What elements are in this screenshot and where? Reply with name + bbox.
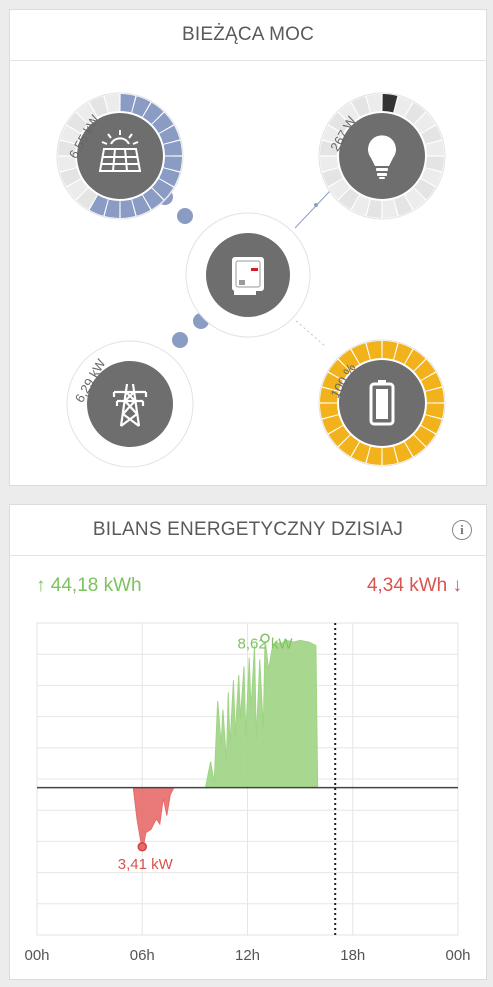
consumption-node[interactable]: 267 W <box>318 92 446 220</box>
low-label: 3,41 kW <box>118 856 174 873</box>
x-tick-label: 00h <box>24 947 49 964</box>
x-tick-label: 18h <box>340 947 365 964</box>
card-title: BIEŻĄCA MOC <box>10 10 486 61</box>
balance-title: BILANS ENERGETYCZNY DZISIAJ <box>92 519 404 540</box>
grid-node[interactable]: 6,29 kW <box>66 340 194 468</box>
x-axis-ticks: 00h 06h 12h 18h 00h <box>24 947 470 964</box>
current-power-card: BIEŻĄCA MOC 6,55 kW 267 W 6,29 kW 100 % <box>9 9 487 486</box>
energy-totals: ↑ 44,18 kWh 4,34 kWh ↓ <box>10 575 486 605</box>
inverter-icon <box>232 257 264 295</box>
x-tick-label: 06h <box>130 947 155 964</box>
inverter-node[interactable] <box>185 212 311 338</box>
x-tick-label: 12h <box>235 947 260 964</box>
produced-energy: ↑ 44,18 kWh <box>36 575 142 596</box>
card-title: BILANS ENERGETYCZNY DZISIAJ i <box>10 505 486 556</box>
energy-flow-diagram: 6,55 kW 267 W 6,29 kW 100 % <box>56 92 446 468</box>
battery-node[interactable]: 100 % <box>318 339 446 467</box>
energy-balance-card: BILANS ENERGETYCZNY DZISIAJ i ↑ 44,18 kW… <box>9 504 487 980</box>
x-tick-label: 00h <box>445 947 470 964</box>
solar-node[interactable]: 6,55 kW <box>56 92 184 220</box>
low-marker <box>137 842 147 852</box>
consumed-energy: 4,34 kWh ↓ <box>366 575 462 596</box>
info-icon[interactable]: i <box>452 520 472 540</box>
energy-balance-chart[interactable]: 8,62 kW3,41 kW 00h 06h 12h 18h 00h <box>10 615 486 979</box>
peak-marker <box>260 633 270 644</box>
